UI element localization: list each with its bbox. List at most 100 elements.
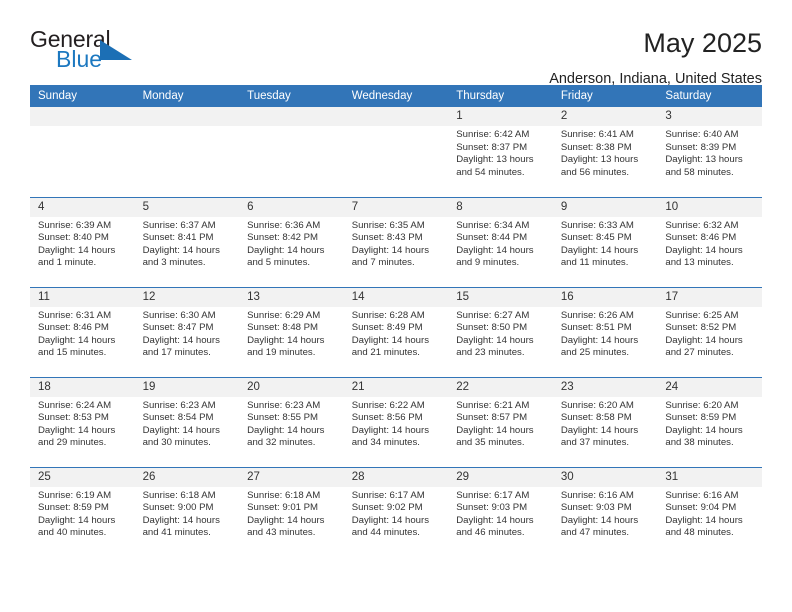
day-sun-info: Sunrise: 6:16 AM Sunset: 9:04 PM Daylight:…	[657, 487, 762, 540]
day-sun-info: Sunrise: 6:26 AM Sunset: 8:51 PM Daylight:…	[553, 307, 658, 360]
day-sun-info: Sunrise: 6:42 AM Sunset: 8:37 PM Daylight:…	[448, 126, 553, 179]
daylight-duration-line1: Daylight: 14 hours	[142, 334, 220, 346]
calendar-week-row: 11 Sunrise: 6:31 AM Sunset: 8:46 PM Dayligh…	[30, 286, 762, 377]
calendar-day-cell[interactable]: 31 Sunrise: 6:16 AM Sunset: 9:04 PM Dayligh…	[657, 466, 762, 557]
sunset-time: Sunset: 8:59 PM	[38, 502, 109, 514]
calendar-day-cell[interactable]: 13 Sunrise: 6:29 AM Sunset: 8:48 PM Dayligh…	[239, 286, 344, 377]
calendar-day-cell[interactable]: 27 Sunrise: 6:18 AM Sunset: 9:01 PM Dayligh…	[239, 466, 344, 557]
sunset-time: Sunset: 8:59 PM	[665, 412, 737, 424]
daylight-duration-line1: Daylight: 14 hours	[247, 514, 325, 526]
sunset-time: Sunset: 8:56 PM	[351, 412, 423, 424]
calendar-week-row: 18 Sunrise: 6:24 AM Sunset: 8:53 PM Dayligh…	[30, 376, 762, 467]
calendar-day-cell[interactable]: 11 Sunrise: 6:31 AM Sunset: 8:46 PM Dayligh…	[30, 286, 135, 377]
daylight-duration-line1: Daylight: 14 hours	[560, 244, 639, 256]
calendar-day-cell[interactable]: 10 Sunrise: 6:32 AM Sunset: 8:46 PM Dayligh…	[657, 196, 762, 287]
day-number: 16	[552, 287, 658, 307]
calendar-day-cell[interactable]: 28 Sunrise: 6:17 AM Sunset: 9:02 PM Dayligh…	[343, 466, 449, 557]
day-number: 12	[134, 287, 240, 307]
calendar-day-cell[interactable]: 26 Sunrise: 6:18 AM Sunset: 9:00 PM Dayligh…	[134, 466, 240, 557]
sunrise-time: Sunrise: 6:18 AM	[142, 489, 216, 501]
sunrise-time: Sunrise: 6:23 AM	[142, 399, 216, 411]
day-number	[134, 107, 240, 126]
calendar-day-cell[interactable]: 19 Sunrise: 6:23 AM Sunset: 8:54 PM Dayligh…	[134, 376, 240, 467]
daylight-duration-line1: Daylight: 13 hours	[560, 154, 639, 166]
brand-logo[interactable]: General Blue	[30, 28, 150, 76]
sunrise-time: Sunrise: 6:29 AM	[247, 309, 321, 321]
sunset-time: Sunset: 8:46 PM	[38, 322, 109, 334]
calendar-day-cell[interactable]: 1 Sunrise: 6:42 AM Sunset: 8:37 PM Daylight…	[448, 107, 553, 197]
day-number: 27	[239, 467, 344, 487]
weekday-header-monday: Monday	[134, 85, 240, 107]
daylight-duration-line1: Daylight: 14 hours	[560, 424, 639, 436]
daylight-duration-line2: and 15 minutes.	[38, 347, 107, 359]
day-number: 1	[448, 107, 553, 126]
daylight-duration-line1: Daylight: 14 hours	[456, 514, 534, 526]
day-sun-info: Sunrise: 6:28 AM Sunset: 8:49 PM Daylight:…	[344, 307, 449, 360]
daylight-duration-line1: Daylight: 14 hours	[665, 244, 743, 256]
calendar-day-cell[interactable]: 3 Sunrise: 6:40 AM Sunset: 8:39 PM Daylight…	[657, 107, 762, 197]
calendar-day-cell[interactable]: 9 Sunrise: 6:33 AM Sunset: 8:45 PM Daylight…	[552, 196, 658, 287]
sunrise-time: Sunrise: 6:35 AM	[351, 219, 425, 231]
day-sun-info: Sunrise: 6:32 AM Sunset: 8:46 PM Daylight:…	[657, 217, 762, 270]
daylight-duration-line2: and 43 minutes.	[247, 527, 316, 539]
daylight-duration-line1: Daylight: 14 hours	[142, 424, 220, 436]
day-number: 5	[134, 197, 240, 217]
calendar-day-cell[interactable]: 30 Sunrise: 6:16 AM Sunset: 9:03 PM Dayligh…	[552, 466, 658, 557]
page-title: May 2025	[643, 28, 762, 58]
daylight-duration-line1: Daylight: 14 hours	[456, 244, 534, 256]
calendar-day-cell[interactable]: 7 Sunrise: 6:35 AM Sunset: 8:43 PM Daylight…	[343, 196, 449, 287]
sunset-time: Sunset: 8:48 PM	[247, 322, 319, 334]
sunrise-time: Sunrise: 6:18 AM	[247, 489, 321, 501]
calendar-page: General Blue May 2025 Anderson, Indiana,…	[0, 0, 792, 612]
calendar-day-cell[interactable]: 17 Sunrise: 6:25 AM Sunset: 8:52 PM Dayligh…	[657, 286, 762, 377]
day-sun-info: Sunrise: 6:41 AM Sunset: 8:38 PM Daylight:…	[553, 126, 658, 179]
day-sun-info: Sunrise: 6:24 AM Sunset: 8:53 PM Daylight:…	[30, 397, 135, 450]
daylight-duration-line2: and 41 minutes.	[142, 527, 211, 539]
calendar-day-cell[interactable]: 16 Sunrise: 6:26 AM Sunset: 8:51 PM Dayligh…	[552, 286, 658, 377]
daylight-duration-line2: and 7 minutes.	[351, 257, 415, 269]
daylight-duration-line1: Daylight: 14 hours	[456, 424, 534, 436]
sunrise-time: Sunrise: 6:34 AM	[456, 219, 530, 231]
sunset-time: Sunset: 8:43 PM	[351, 232, 423, 244]
calendar-day-cell[interactable]: 5 Sunrise: 6:37 AM Sunset: 8:41 PM Daylight…	[134, 196, 240, 287]
daylight-duration-line1: Daylight: 14 hours	[38, 514, 116, 526]
calendar-day-cell[interactable]: 25 Sunrise: 6:19 AM Sunset: 8:59 PM Dayligh…	[30, 466, 135, 557]
day-number: 26	[134, 467, 240, 487]
sunset-time: Sunset: 8:47 PM	[142, 322, 214, 334]
calendar-week-row: 1 Sunrise: 6:42 AM Sunset: 8:37 PM Daylight…	[30, 107, 762, 197]
calendar-day-cell-empty	[134, 107, 240, 197]
calendar-day-cell[interactable]: 24 Sunrise: 6:20 AM Sunset: 8:59 PM Dayligh…	[657, 376, 762, 467]
calendar-day-cell[interactable]: 15 Sunrise: 6:27 AM Sunset: 8:50 PM Dayligh…	[448, 286, 553, 377]
calendar-day-cell[interactable]: 18 Sunrise: 6:24 AM Sunset: 8:53 PM Dayligh…	[30, 376, 135, 467]
weekday-header-thursday: Thursday	[448, 85, 553, 107]
calendar-day-cell[interactable]: 22 Sunrise: 6:21 AM Sunset: 8:57 PM Dayligh…	[448, 376, 553, 467]
daylight-duration-line2: and 56 minutes.	[560, 166, 630, 178]
calendar-day-cell[interactable]: 12 Sunrise: 6:30 AM Sunset: 8:47 PM Dayligh…	[134, 286, 240, 377]
sunrise-time: Sunrise: 6:24 AM	[38, 399, 112, 411]
calendar-day-cell[interactable]: 23 Sunrise: 6:20 AM Sunset: 8:58 PM Dayligh…	[552, 376, 658, 467]
calendar-day-cell[interactable]: 14 Sunrise: 6:28 AM Sunset: 8:49 PM Dayligh…	[343, 286, 449, 377]
calendar-day-cell[interactable]: 4 Sunrise: 6:39 AM Sunset: 8:40 PM Daylight…	[30, 196, 135, 287]
calendar-day-cell[interactable]: 29 Sunrise: 6:17 AM Sunset: 9:03 PM Dayligh…	[448, 466, 553, 557]
daylight-duration-line2: and 3 minutes.	[142, 257, 206, 269]
sunrise-time: Sunrise: 6:39 AM	[38, 219, 112, 231]
day-number: 3	[657, 107, 762, 126]
sunrise-time: Sunrise: 6:32 AM	[665, 219, 739, 231]
daylight-duration-line2: and 38 minutes.	[665, 437, 734, 449]
sunrise-time: Sunrise: 6:19 AM	[38, 489, 112, 501]
calendar-day-cell[interactable]: 8 Sunrise: 6:34 AM Sunset: 8:44 PM Daylight…	[448, 196, 553, 287]
sunset-time: Sunset: 9:02 PM	[351, 502, 423, 514]
sunrise-time: Sunrise: 6:33 AM	[560, 219, 634, 231]
calendar-day-cell[interactable]: 20 Sunrise: 6:23 AM Sunset: 8:55 PM Dayligh…	[239, 376, 344, 467]
day-number: 8	[448, 197, 553, 217]
daylight-duration-line2: and 17 minutes.	[142, 347, 211, 359]
daylight-duration-line1: Daylight: 14 hours	[142, 514, 220, 526]
title-block: May 2025 Anderson, Indiana, United State…	[549, 28, 762, 87]
calendar-day-cell[interactable]: 21 Sunrise: 6:22 AM Sunset: 8:56 PM Dayligh…	[343, 376, 449, 467]
calendar-day-cell[interactable]: 6 Sunrise: 6:36 AM Sunset: 8:42 PM Daylight…	[239, 196, 344, 287]
day-number: 4	[30, 197, 135, 217]
day-number: 30	[552, 467, 658, 487]
calendar-day-cell[interactable]: 2 Sunrise: 6:41 AM Sunset: 8:38 PM Daylight…	[552, 107, 658, 197]
daylight-duration-line1: Daylight: 14 hours	[351, 334, 430, 346]
sunset-time: Sunset: 8:53 PM	[38, 412, 109, 424]
